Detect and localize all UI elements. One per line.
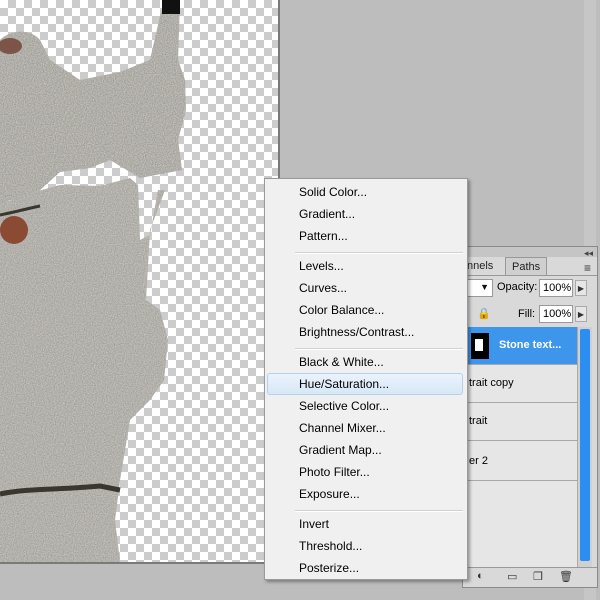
menu-separator xyxy=(295,510,463,512)
tab-channels[interactable]: nnels xyxy=(463,257,497,275)
panel-title-bar[interactable] xyxy=(463,247,597,257)
menu-item-channel-mixer[interactable]: Channel Mixer... xyxy=(299,421,386,435)
adjustment-layer-menu: Solid Color... Gradient... Pattern... Le… xyxy=(264,178,468,580)
folder-icon[interactable]: ▭ xyxy=(507,570,517,583)
layer-row[interactable]: trait copy xyxy=(463,365,577,403)
fill-label: Fill: xyxy=(518,308,536,320)
menu-item-hue-saturation[interactable]: Hue/Saturation... xyxy=(299,377,389,391)
trash-icon[interactable]: 🗑 xyxy=(559,570,573,583)
menu-separator xyxy=(295,348,463,350)
opacity-label: Opacity: xyxy=(497,281,538,293)
layers-panel: ◂◂ nnels Paths ≡ ▼ Opacity: 100% ▶ 🔒 Fil… xyxy=(462,246,598,588)
layer-name: er 2 xyxy=(469,455,488,467)
layer-row[interactable]: trait xyxy=(463,403,577,441)
adjustment-layer-icon[interactable]: ◐ xyxy=(477,570,484,582)
layer-name: trait copy xyxy=(469,377,514,389)
opacity-slider-arrow-icon[interactable]: ▶ xyxy=(575,280,587,296)
menu-item-exposure[interactable]: Exposure... xyxy=(299,487,360,501)
menu-item-selective-color[interactable]: Selective Color... xyxy=(299,399,389,413)
opacity-input[interactable]: 100% xyxy=(539,279,573,297)
stone-figure-artwork xyxy=(0,0,186,562)
menu-item-levels[interactable]: Levels... xyxy=(299,259,344,273)
menu-item-photo-filter[interactable]: Photo Filter... xyxy=(299,465,370,479)
collapse-arrows-icon[interactable]: ◂◂ xyxy=(584,248,593,259)
menu-item-black-white[interactable]: Black & White... xyxy=(299,355,384,369)
tab-paths[interactable]: Paths xyxy=(505,257,548,275)
layer-list: Stone text... trait copy trait er 2 xyxy=(463,327,577,567)
canvas-edge xyxy=(0,562,280,564)
chevron-down-icon: ▼ xyxy=(480,282,489,292)
menu-item-brightness-contrast[interactable]: Brightness/Contrast... xyxy=(299,325,414,339)
layer-row[interactable]: er 2 xyxy=(463,443,577,481)
layer-name: trait xyxy=(469,415,488,427)
menu-item-solid-color[interactable]: Solid Color... xyxy=(299,185,367,199)
menu-item-color-balance[interactable]: Color Balance... xyxy=(299,303,384,317)
document-canvas[interactable] xyxy=(0,0,278,562)
menu-item-pattern[interactable]: Pattern... xyxy=(299,229,348,243)
menu-item-gradient-map[interactable]: Gradient Map... xyxy=(299,443,382,457)
panel-footer: ◐ ▭ ❐ 🗑 xyxy=(463,567,597,587)
lock-icon[interactable]: 🔒 xyxy=(477,307,491,320)
menu-item-gradient[interactable]: Gradient... xyxy=(299,207,355,221)
menu-separator xyxy=(295,252,463,254)
menu-item-curves[interactable]: Curves... xyxy=(299,281,347,295)
new-layer-icon[interactable]: ❐ xyxy=(533,570,543,583)
divider xyxy=(463,275,597,276)
menu-item-threshold[interactable]: Threshold... xyxy=(299,539,362,553)
fill-slider-arrow-icon[interactable]: ▶ xyxy=(575,306,587,322)
panel-menu-icon[interactable]: ≡ xyxy=(584,261,591,275)
layer-row-selected[interactable]: Stone text... xyxy=(463,327,577,365)
layer-mask-thumbnail[interactable] xyxy=(471,333,489,359)
layer-name: Stone text... xyxy=(499,339,562,351)
menu-item-posterize[interactable]: Posterize... xyxy=(299,561,359,575)
fill-input[interactable]: 100% xyxy=(539,305,573,323)
layer-list-scrollbar[interactable] xyxy=(577,327,592,567)
menu-item-invert[interactable]: Invert xyxy=(299,517,329,531)
